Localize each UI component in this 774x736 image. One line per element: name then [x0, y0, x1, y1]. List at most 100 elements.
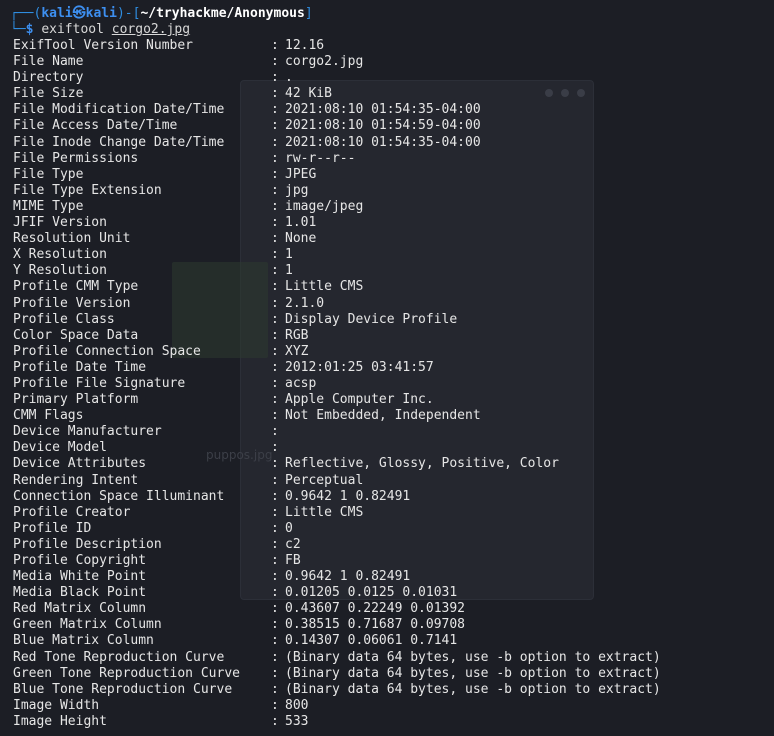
- prompt-user: kali: [41, 6, 73, 21]
- exif-key: Profile Copyright: [13, 553, 147, 568]
- exif-key: X Resolution: [13, 247, 107, 263]
- exif-value: 0.9642 1 0.82491: [285, 488, 411, 504]
- exif-row: Red Matrix Column:0.43607 0.22249 0.0139…: [13, 601, 661, 617]
- exif-key: Device Attributes: [13, 456, 147, 472]
- exif-row: Profile Description: c2: [13, 537, 661, 553]
- exif-row: File Access Date/Time:2021:08:10 01:54:5…: [13, 118, 661, 134]
- exif-value: c2: [285, 536, 301, 552]
- exif-separator: :: [271, 392, 279, 408]
- exif-row: File Inode Change Date/Time:2021:08:10 0…: [13, 135, 661, 151]
- exif-key: Profile Date Time: [13, 359, 147, 375]
- exif-value: 2012:01:25 03:41:57: [285, 359, 434, 375]
- exif-value: 0.01205 0.0125 0.01031: [285, 585, 458, 601]
- exif-value: rw-r--r--: [285, 150, 356, 166]
- exif-value: 2021:08:10 01:54:59-04:00: [285, 118, 481, 134]
- exif-row: Profile Creator: Little CMS: [13, 505, 661, 521]
- exif-separator: :: [271, 150, 279, 166]
- exif-separator: :: [271, 488, 279, 504]
- exif-row: Rendering Intent: Perceptual: [13, 473, 661, 489]
- exif-value: 1: [285, 263, 293, 279]
- exif-row: File Type: JPEG: [13, 167, 661, 183]
- exif-separator: :: [271, 279, 279, 295]
- exif-key: CMM Flags: [13, 408, 84, 424]
- exif-separator: :: [271, 198, 279, 214]
- exif-key: Red Matrix Column: [13, 601, 147, 617]
- command-argument[interactable]: corgo2.jpg: [112, 22, 190, 37]
- exif-key: Image Width: [13, 697, 100, 713]
- exif-row: Green Tone Reproduction Curve: (Binary da…: [13, 666, 661, 682]
- exif-row: Profile CMM Type: Little CMS: [13, 279, 661, 295]
- exif-key: File Type: [13, 166, 84, 182]
- exif-separator: :: [271, 569, 279, 585]
- exif-value: 0: [285, 520, 293, 536]
- exif-value: Little CMS: [285, 279, 364, 295]
- exif-key: Image Height: [13, 713, 107, 729]
- exif-separator: :: [271, 231, 279, 247]
- exif-separator: :: [271, 424, 279, 440]
- exif-key: Device Manufacturer: [13, 424, 162, 440]
- exif-key: Primary Platform: [13, 392, 139, 408]
- exif-row: MIME Type: image/jpeg: [13, 199, 661, 215]
- exif-row: File Permissions: rw-r--r--: [13, 151, 661, 167]
- exif-key: Blue Matrix Column: [13, 633, 154, 649]
- exif-key: File Modification Date/Time: [13, 102, 225, 118]
- exif-key: Connection Space Illuminant: [13, 488, 225, 504]
- exif-separator: :: [271, 601, 279, 617]
- exif-value: jpg: [285, 182, 309, 198]
- exif-separator: :: [271, 504, 279, 520]
- exif-key: MIME Type: [13, 198, 84, 214]
- exif-row: Profile Connection Space: XYZ: [13, 344, 661, 360]
- exif-value: Little CMS: [285, 504, 364, 520]
- exif-separator: :: [271, 359, 279, 375]
- exif-row: File Size:42 KiB: [13, 86, 661, 102]
- exif-separator: :: [271, 713, 279, 729]
- exif-key: File Access Date/Time: [13, 118, 178, 134]
- exif-key: Y Resolution: [13, 263, 107, 279]
- exif-separator: :: [271, 343, 279, 359]
- exif-value: Reflective, Glossy, Positive, Color: [285, 456, 559, 472]
- exif-key: Color Space Data: [13, 327, 139, 343]
- exif-key: File Inode Change Date/Time: [13, 134, 225, 150]
- exif-row: Image Height:533: [13, 714, 661, 730]
- exif-separator: :: [271, 681, 279, 697]
- exif-value: Not Embedded, Independent: [285, 408, 481, 424]
- exif-value: acsp: [285, 375, 317, 391]
- exif-output: ExifTool Version Number:12.16 File Name: c…: [13, 38, 661, 730]
- exif-separator: :: [271, 102, 279, 118]
- exif-key: Green Matrix Column: [13, 617, 162, 633]
- exif-separator: :: [271, 472, 279, 488]
- exif-key: JFIF Version: [13, 215, 107, 231]
- exif-row: File Name: corgo2.jpg: [13, 54, 661, 70]
- exif-key: Resolution Unit: [13, 231, 131, 247]
- exif-separator: :: [271, 585, 279, 601]
- exif-row: Red Tone Reproduction Curve: (Binary data…: [13, 650, 661, 666]
- exif-value: Apple Computer Inc.: [285, 392, 434, 408]
- exif-key: Media Black Point: [13, 585, 147, 601]
- exif-separator: :: [271, 134, 279, 150]
- exif-key: Profile Class: [13, 311, 115, 327]
- exif-value: image/jpeg: [285, 198, 364, 214]
- exif-separator: :: [271, 633, 279, 649]
- exif-value: (Binary data 64 bytes, use -b option to …: [285, 665, 661, 681]
- exif-row: CMM Flags: Not Embedded, Independent: [13, 408, 661, 424]
- exif-row: JFIF Version:1.01: [13, 215, 661, 231]
- exif-key: Green Tone Reproduction Curve: [13, 665, 240, 681]
- exif-row: Color Space Data: RGB: [13, 328, 661, 344]
- exif-separator: :: [271, 247, 279, 263]
- exif-separator: :: [271, 520, 279, 536]
- exif-value: 0.9642 1 0.82491: [285, 569, 411, 585]
- exif-separator: :: [271, 649, 279, 665]
- exif-value: FB: [285, 553, 301, 568]
- exif-row: Directory:.: [13, 70, 661, 86]
- exif-value: 533: [285, 713, 309, 729]
- exif-value: 800: [285, 697, 309, 713]
- exif-row: Device Manufacturer:: [13, 424, 661, 440]
- exif-separator: :: [271, 697, 279, 713]
- exif-separator: :: [271, 263, 279, 279]
- exif-key: Profile ID: [13, 520, 92, 536]
- exif-value: 42 KiB: [285, 86, 332, 102]
- exif-row: Profile Date Time:2012:01:25 03:41:57: [13, 360, 661, 376]
- exif-row: ExifTool Version Number:12.16: [13, 38, 661, 54]
- terminal-window[interactable]: puppos.jpg ┌──(kali㉿kali)-[~/tryhackme/A…: [0, 0, 774, 736]
- exif-key: Profile Version: [13, 295, 131, 311]
